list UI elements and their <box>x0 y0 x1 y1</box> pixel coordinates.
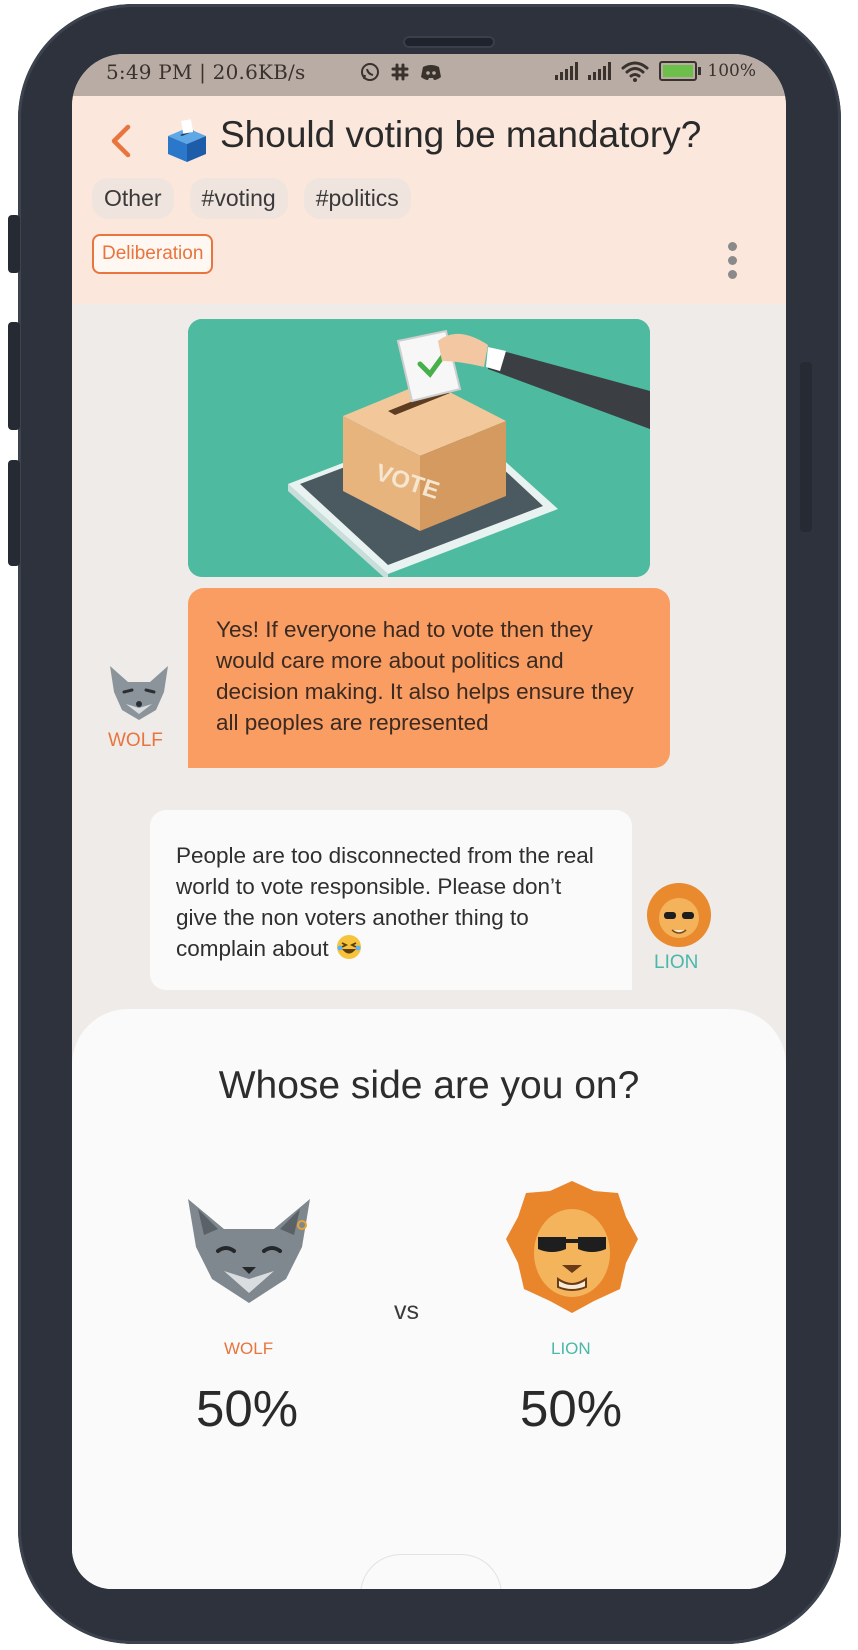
poll-option-wolf-percent: 50% <box>196 1380 299 1437</box>
ballot-illustration: VOTE <box>188 319 650 577</box>
topic-illustration: VOTE <box>188 319 650 577</box>
tag-list: Other #voting #politics <box>92 178 411 219</box>
message-text: People are too disconnected from the rea… <box>176 843 594 961</box>
poll-title: Whose side are you on? <box>218 1064 640 1107</box>
poll-option-lion-name: LION <box>551 1339 591 1358</box>
status-bar: 5:49 PM | 20.6KB/s 100% <box>72 54 786 96</box>
more-options-icon[interactable] <box>728 242 738 284</box>
earpiece-speaker <box>403 36 495 48</box>
signal-icon <box>588 62 612 80</box>
side-poll-card: Whose side are you on? vs WOLF LION 50% … <box>72 1009 786 1589</box>
topic-header: Should voting be mandatory? Other #votin… <box>72 96 786 304</box>
app-screen: 5:49 PM | 20.6KB/s 100% Should voting be… <box>72 54 786 1589</box>
tag-chip[interactable]: #politics <box>303 178 411 219</box>
ballot-box-icon <box>168 119 206 162</box>
status-badge: Deliberation <box>92 234 214 274</box>
tag-chip[interactable]: #voting <box>189 178 288 219</box>
volume-down-button <box>8 460 20 566</box>
versus-label: vs <box>394 1297 419 1325</box>
poll-option-lion-percent: 50% <box>520 1380 623 1437</box>
signal-icon <box>555 62 579 80</box>
wolf-vote-avatar[interactable] <box>184 1195 314 1307</box>
message-bubble-wolf: Yes! If everyone had to vote then they w… <box>188 588 670 768</box>
tag-chip[interactable]: Other <box>92 178 174 219</box>
status-time: 5:49 PM | 20.6KB/s <box>106 60 306 84</box>
author-label-lion: LION <box>654 952 699 973</box>
discord-icon <box>421 65 441 80</box>
power-button <box>800 362 812 532</box>
message-text: Yes! If everyone had to vote then they w… <box>216 617 634 735</box>
back-arrow-icon[interactable] <box>102 121 142 161</box>
whatsapp-icon <box>361 63 379 81</box>
volume-up-button <box>8 322 20 430</box>
side-button <box>8 215 20 273</box>
author-label-wolf: WOLF <box>108 730 163 751</box>
slack-icon <box>391 63 409 81</box>
laughing-emoji-icon <box>336 935 361 959</box>
wolf-avatar <box>110 666 168 720</box>
battery-percent: 100% <box>707 61 756 81</box>
battery-icon <box>659 61 702 81</box>
lion-vote-avatar[interactable] <box>502 1177 642 1317</box>
poll-option-wolf-name: WOLF <box>224 1339 274 1358</box>
page-title: Should voting be mandatory? <box>220 114 702 155</box>
home-indicator <box>360 1554 502 1589</box>
message-bubble-lion: People are too disconnected from the rea… <box>150 810 632 990</box>
wifi-icon <box>621 61 649 82</box>
lion-avatar <box>647 883 711 947</box>
